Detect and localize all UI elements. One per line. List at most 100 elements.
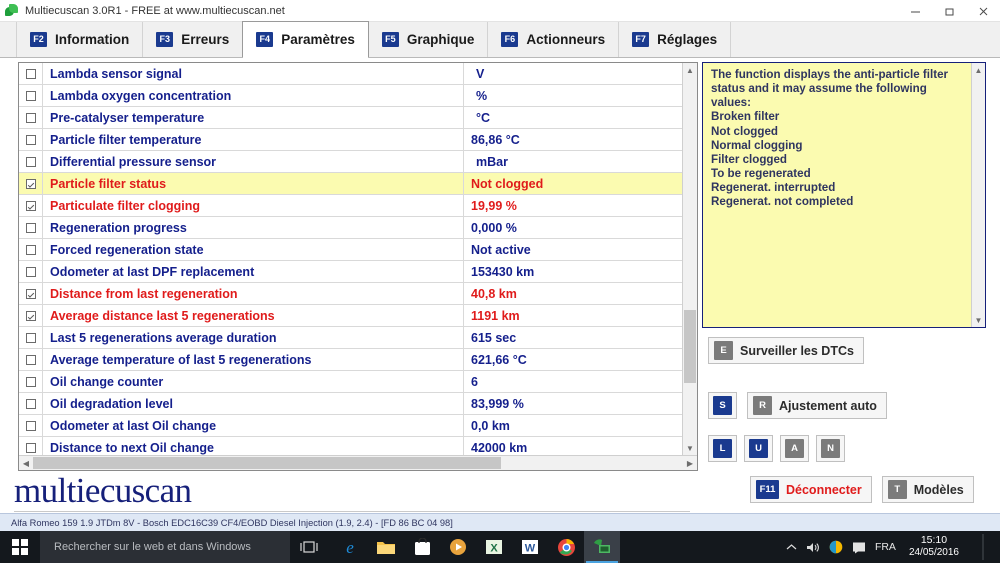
taskbar-icon-excel[interactable]: X <box>476 531 512 563</box>
table-row[interactable]: Odometer at last Oil change 0,0 km <box>19 415 682 437</box>
vertical-scroll-track[interactable] <box>683 77 697 441</box>
l-button[interactable]: L <box>708 435 737 462</box>
checkbox-unchecked-icon[interactable] <box>25 112 36 123</box>
taskbar-icon-media-player[interactable] <box>440 531 476 563</box>
a-button[interactable]: A <box>780 435 809 462</box>
task-view-icon[interactable] <box>290 531 328 563</box>
onedrive-icon[interactable] <box>829 540 843 554</box>
table-row[interactable]: Odometer at last DPF replacement 153430 k… <box>19 261 682 283</box>
checkbox-unchecked-icon[interactable] <box>25 442 36 453</box>
table-row[interactable]: Particulate filter clogging 19,99 % <box>19 195 682 217</box>
taskbar-icon-store[interactable] <box>404 531 440 563</box>
taskbar-icon-multiecuscan[interactable] <box>584 531 620 563</box>
checkbox-unchecked-icon[interactable] <box>25 376 36 387</box>
table-row[interactable]: Oil degradation level 83,999 % <box>19 393 682 415</box>
row-checkbox-cell[interactable] <box>19 151 43 172</box>
table-row[interactable]: Differential pressure sensor mBar <box>19 151 682 173</box>
table-row[interactable]: Lambda oxygen concentration% <box>19 85 682 107</box>
row-checkbox-cell[interactable] <box>19 283 43 304</box>
close-button[interactable] <box>966 0 1000 22</box>
scroll-up-icon[interactable]: ▲ <box>683 63 697 77</box>
tab-information[interactable]: F2 Information <box>16 22 144 57</box>
vertical-scroll-thumb[interactable] <box>684 309 696 383</box>
row-checkbox-cell[interactable] <box>19 393 43 414</box>
row-checkbox-cell[interactable] <box>19 173 43 194</box>
scroll-right-icon[interactable]: ▶ <box>683 456 697 470</box>
taskbar-icon-word[interactable]: W <box>512 531 548 563</box>
table-row[interactable]: Particle filter status Not clogged <box>19 173 682 195</box>
checkbox-checked-icon[interactable] <box>25 200 36 211</box>
checkbox-unchecked-icon[interactable] <box>25 398 36 409</box>
row-checkbox-cell[interactable] <box>19 305 43 326</box>
table-row[interactable]: Distance from last regeneration 40,8 km <box>19 283 682 305</box>
checkbox-unchecked-icon[interactable] <box>25 156 36 167</box>
horizontal-scroll-thumb[interactable] <box>33 457 501 469</box>
table-row[interactable]: Lambda sensor signal V <box>19 63 682 85</box>
table-row[interactable]: Average temperature of last 5 regenerati… <box>19 349 682 371</box>
start-button[interactable] <box>0 531 40 563</box>
table-row[interactable]: Particle filter temperature 86,86 °C <box>19 129 682 151</box>
horizontal-scroll-track[interactable] <box>33 456 683 470</box>
checkbox-unchecked-icon[interactable] <box>25 222 36 233</box>
row-checkbox-cell[interactable] <box>19 261 43 282</box>
table-row[interactable]: Oil change counter 6 <box>19 371 682 393</box>
row-checkbox-cell[interactable] <box>19 327 43 348</box>
s-button[interactable]: S <box>708 392 737 419</box>
table-row[interactable]: Last 5 regenerations average duration 615… <box>19 327 682 349</box>
table-row[interactable]: Average distance last 5 regenerations 119… <box>19 305 682 327</box>
description-scroll-track[interactable] <box>972 77 985 313</box>
checkbox-unchecked-icon[interactable] <box>25 332 36 343</box>
show-desktop-button[interactable] <box>972 534 994 560</box>
row-checkbox-cell[interactable] <box>19 85 43 106</box>
table-row[interactable]: Regeneration progress 0,000 % <box>19 217 682 239</box>
taskbar-icon-edge[interactable]: e <box>332 531 368 563</box>
checkbox-checked-icon[interactable] <box>25 288 36 299</box>
row-checkbox-cell[interactable] <box>19 239 43 260</box>
action-center-icon[interactable] <box>852 541 866 554</box>
models-button[interactable]: T Modèles <box>881 476 974 503</box>
monitor-dtcs-button[interactable]: E Surveiller les DTCs <box>708 337 864 364</box>
auto-adjust-button[interactable]: R Ajustement auto <box>747 392 887 419</box>
description-scroll-up-icon[interactable]: ▲ <box>972 63 985 77</box>
disconnect-button[interactable]: F11 Déconnecter <box>750 476 872 503</box>
maximize-button[interactable] <box>932 0 966 22</box>
checkbox-unchecked-icon[interactable] <box>25 90 36 101</box>
scroll-left-icon[interactable]: ◀ <box>19 456 33 470</box>
show-hidden-icons-chevron-icon[interactable] <box>786 543 797 552</box>
table-horizontal-scrollbar[interactable]: ◀ ▶ <box>19 455 697 470</box>
volume-icon[interactable] <box>806 541 820 554</box>
row-checkbox-cell[interactable] <box>19 63 43 84</box>
taskbar-icon-chrome[interactable] <box>548 531 584 563</box>
checkbox-unchecked-icon[interactable] <box>25 354 36 365</box>
checkbox-unchecked-icon[interactable] <box>25 244 36 255</box>
tab-erreurs[interactable]: F3 Erreurs <box>142 22 244 57</box>
minimize-button[interactable] <box>898 0 932 22</box>
row-checkbox-cell[interactable] <box>19 415 43 436</box>
tab-r-glages[interactable]: F7 Réglages <box>618 22 732 57</box>
checkbox-unchecked-icon[interactable] <box>25 68 36 79</box>
checkbox-checked-icon[interactable] <box>25 178 36 189</box>
u-button[interactable]: U <box>744 435 773 462</box>
checkbox-unchecked-icon[interactable] <box>25 134 36 145</box>
checkbox-unchecked-icon[interactable] <box>25 266 36 277</box>
taskbar-clock[interactable]: 15:10 24/05/2016 <box>905 534 963 560</box>
checkbox-unchecked-icon[interactable] <box>25 420 36 431</box>
row-checkbox-cell[interactable] <box>19 217 43 238</box>
scroll-down-icon[interactable]: ▼ <box>683 441 697 455</box>
table-vertical-scrollbar[interactable]: ▲ ▼ <box>682 63 697 455</box>
tab-graphique[interactable]: F5 Graphique <box>367 22 489 57</box>
n-button[interactable]: N <box>816 435 845 462</box>
taskbar-search-input[interactable]: Rechercher sur le web et dans Windows <box>40 531 290 563</box>
description-scroll-down-icon[interactable]: ▼ <box>972 313 985 327</box>
row-checkbox-cell[interactable] <box>19 129 43 150</box>
row-checkbox-cell[interactable] <box>19 371 43 392</box>
tab-param-tres[interactable]: F4 Paramètres <box>242 21 369 58</box>
row-checkbox-cell[interactable] <box>19 349 43 370</box>
row-checkbox-cell[interactable] <box>19 107 43 128</box>
taskbar-icon-file-explorer[interactable] <box>368 531 404 563</box>
description-scrollbar[interactable]: ▲ ▼ <box>971 63 985 327</box>
table-row[interactable]: Forced regeneration state Not active <box>19 239 682 261</box>
checkbox-checked-icon[interactable] <box>25 310 36 321</box>
row-checkbox-cell[interactable] <box>19 195 43 216</box>
tab-actionneurs[interactable]: F6 Actionneurs <box>487 22 620 57</box>
